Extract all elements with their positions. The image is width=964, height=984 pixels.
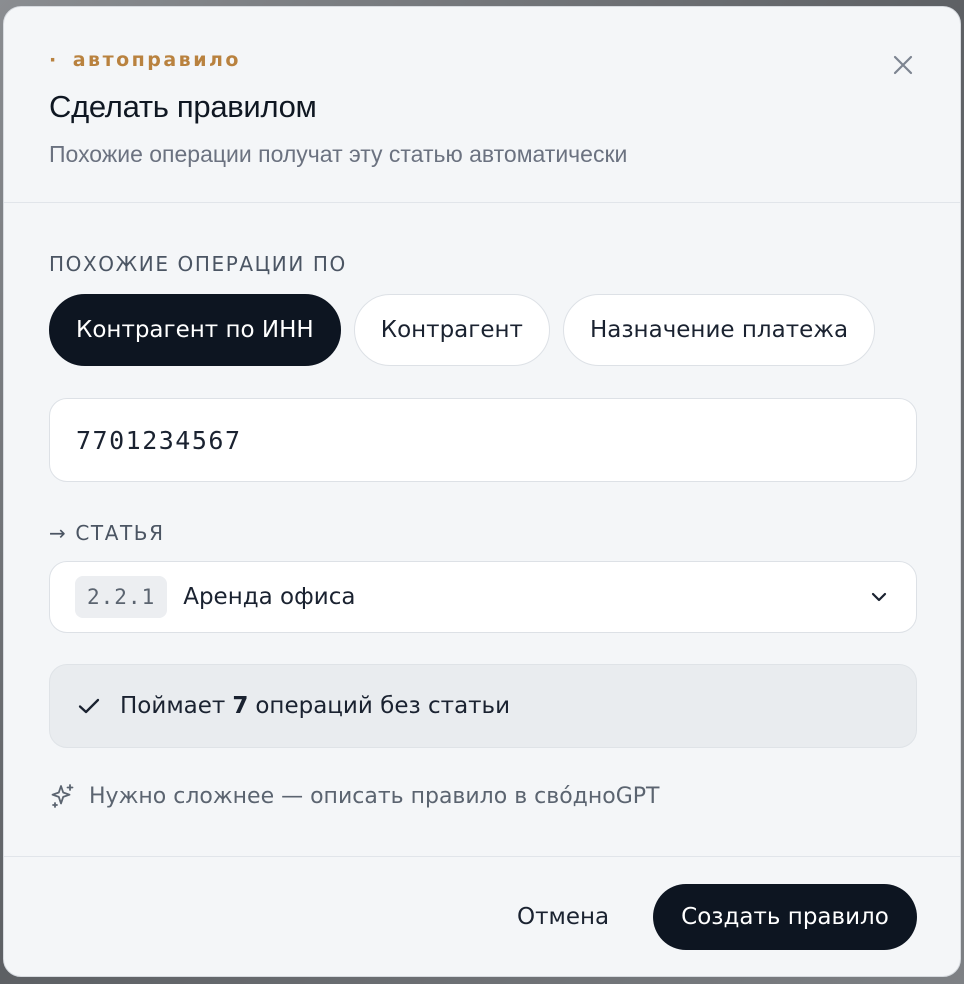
check-icon: [78, 698, 100, 714]
create-rule-button[interactable]: Создать правило: [653, 884, 917, 950]
match-section-label: ПОХОЖИЕ ОПЕРАЦИИ ПО: [49, 252, 347, 276]
sparkles-icon: [51, 784, 74, 808]
article-section-label: → СТАТЬЯ: [49, 521, 165, 545]
chevron-down-icon: [871, 592, 887, 602]
notice-suffix: операций без статьи: [255, 693, 511, 719]
article-name: Аренда офиса: [183, 584, 356, 610]
dialog-eyebrow: · автоправило: [49, 49, 241, 71]
gpt-link-label: Нужно сложнее — описать правило в сво́дн…: [89, 783, 660, 809]
notice-prefix: Поймает: [120, 693, 226, 719]
inn-input[interactable]: [49, 398, 917, 482]
chip-payment-purpose[interactable]: Назначение платежа: [562, 294, 876, 366]
dialog-footer: Отмена Создать правило: [4, 856, 960, 976]
article-select[interactable]: 2.2.1 Аренда офиса: [49, 561, 917, 633]
dialog-header: · автоправило Сделать правилом Похожие оп…: [4, 7, 960, 203]
eyebrow-label: автоправило: [72, 49, 241, 71]
match-count-notice: Поймает 7 операций без статьи: [49, 664, 917, 748]
eyebrow-dot: ·: [49, 49, 59, 71]
close-icon: [893, 55, 913, 75]
article-code-badge: 2.2.1: [75, 576, 168, 618]
chip-counterparty-inn[interactable]: Контрагент по ИНН: [49, 294, 341, 366]
dialog-subtitle: Похожие операции получат эту статью авто…: [49, 141, 628, 167]
make-rule-dialog: · автоправило Сделать правилом Похожие оп…: [3, 6, 961, 977]
describe-rule-in-gpt-link[interactable]: Нужно сложнее — описать правило в сво́дн…: [49, 782, 660, 810]
close-button[interactable]: [890, 52, 916, 78]
cancel-button[interactable]: Отмена: [497, 886, 629, 948]
notice-count: 7: [232, 693, 249, 719]
match-type-segmented-control: Контрагент по ИНН Контрагент Назначение …: [49, 294, 876, 366]
dialog-title: Сделать правилом: [49, 89, 317, 124]
chip-counterparty[interactable]: Контрагент: [353, 294, 550, 366]
